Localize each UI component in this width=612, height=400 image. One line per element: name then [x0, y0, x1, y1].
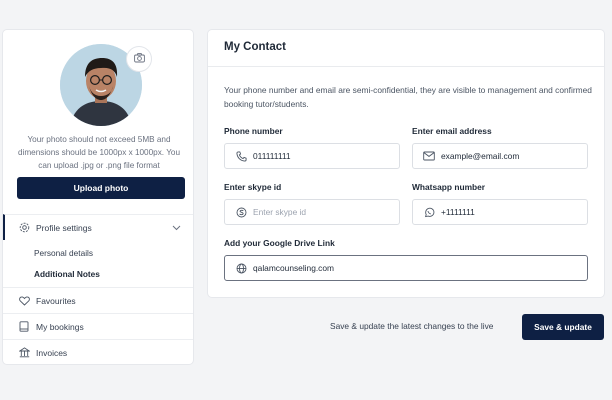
whatsapp-icon: [423, 206, 435, 218]
mail-icon: [423, 150, 435, 162]
bank-icon: [18, 347, 30, 359]
skype-field[interactable]: [224, 199, 400, 225]
camera-icon: [133, 50, 145, 68]
sidebar-item-label: Invoices: [36, 347, 68, 358]
heart-icon: [18, 295, 30, 307]
save-update-button[interactable]: Save & update: [522, 314, 604, 340]
email-input[interactable]: [441, 151, 561, 161]
profile-sidebar: Your photo should not exceed 5MB and dim…: [3, 30, 193, 364]
email-field[interactable]: [412, 143, 588, 169]
drive-link-field[interactable]: [224, 255, 588, 281]
sidebar-item-profile-settings[interactable]: Profile settings: [3, 214, 193, 240]
profile-settings-submenu: Personal details Additional Notes: [3, 240, 193, 287]
skype-icon: [235, 206, 247, 218]
drive-link-input[interactable]: [253, 263, 553, 273]
whatsapp-field[interactable]: [412, 199, 588, 225]
sidebar-subitem-additional-notes[interactable]: Additional Notes: [3, 263, 193, 284]
sidebar-subitem-personal-details[interactable]: Personal details: [3, 242, 193, 263]
phone-icon: [235, 150, 247, 162]
photo-requirements-text: Your photo should not exceed 5MB and dim…: [17, 135, 181, 170]
card-divider: [208, 66, 604, 67]
sidebar-menu: Profile settings Personal details Additi…: [3, 214, 193, 365]
contact-intro-text: Your phone number and email are semi-con…: [224, 85, 592, 109]
sidebar-item-label: Favourites: [36, 295, 76, 306]
drive-link-label: Add your Google Drive Link: [224, 238, 335, 248]
gear-icon: [18, 222, 30, 234]
sidebar-item-label: My bookings: [36, 321, 84, 332]
save-note-text: Save & update the latest changes to the …: [330, 321, 494, 331]
card-title: My Contact: [224, 41, 286, 53]
skype-input[interactable]: [253, 207, 373, 217]
avatar-container: [60, 44, 152, 126]
sidebar-item-label: Profile settings: [36, 222, 92, 233]
chevron-down-icon[interactable]: [172, 223, 181, 233]
email-label: Enter email address: [412, 126, 492, 136]
phone-input[interactable]: [253, 151, 373, 161]
skype-label: Enter skype id: [224, 182, 282, 192]
my-contact-card: My Contact Your phone number and email a…: [208, 30, 604, 297]
sidebar-item-my-bookings[interactable]: My bookings: [3, 313, 193, 339]
whatsapp-input[interactable]: [441, 207, 561, 217]
change-photo-button[interactable]: [126, 46, 152, 72]
sidebar-item-invoices[interactable]: Invoices: [3, 339, 193, 365]
phone-label: Phone number: [224, 126, 283, 136]
phone-field[interactable]: [224, 143, 400, 169]
globe-icon: [235, 262, 247, 274]
whatsapp-label: Whatsapp number: [412, 182, 486, 192]
upload-photo-button[interactable]: Upload photo: [17, 177, 185, 199]
book-icon: [18, 321, 30, 333]
sidebar-item-favourites[interactable]: Favourites: [3, 287, 193, 313]
